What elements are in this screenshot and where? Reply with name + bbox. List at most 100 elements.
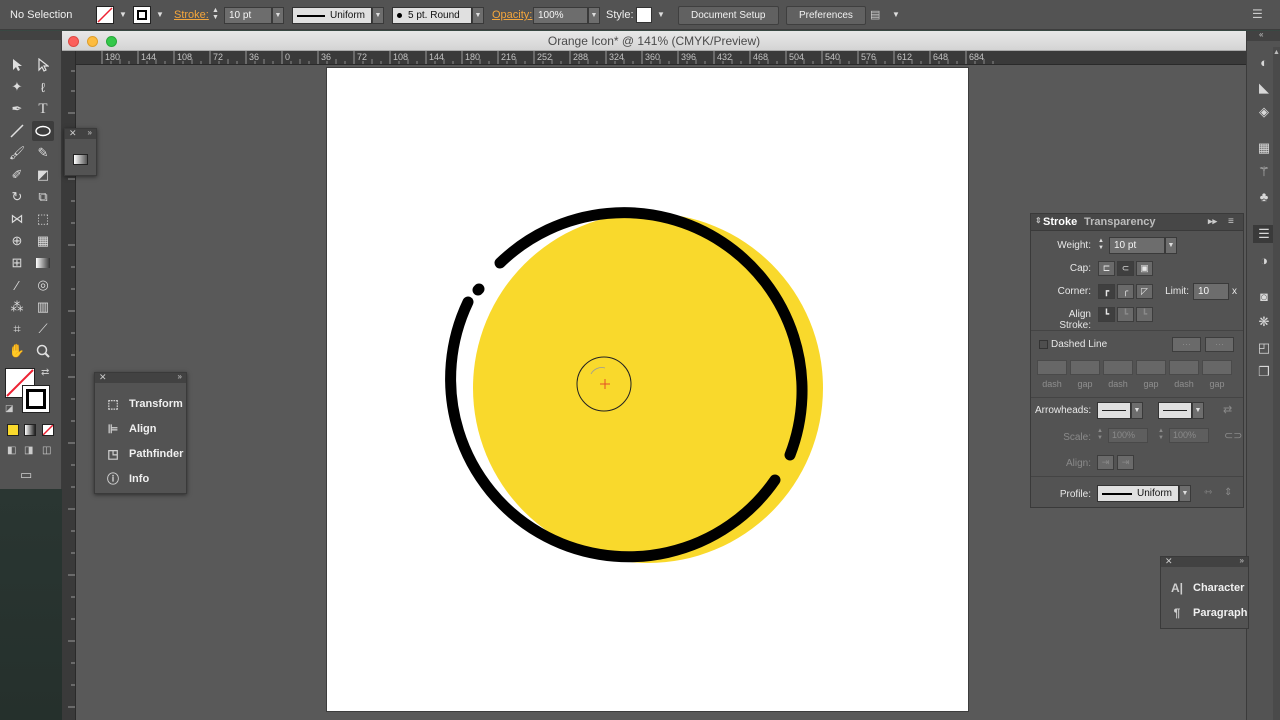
hand-tool-icon[interactable]: ✋	[6, 341, 28, 361]
paintbrush-tool-icon[interactable]: 🖌	[6, 143, 28, 163]
horizontal-ruler[interactable]: 180 144 108 72 36 0 36 72 108 144 180 216 252 288 324 3…	[76, 51, 1246, 65]
profile-select-dropdown[interactable]: ▼	[1179, 485, 1191, 502]
type-tool-icon[interactable]: T	[32, 99, 54, 119]
ellipse-tool-icon[interactable]	[32, 121, 54, 141]
eraser-tool-icon[interactable]: ◩	[32, 165, 54, 185]
color-panel-icon[interactable]: ◐	[1255, 53, 1273, 71]
gradient-panel-icon[interactable]: ◙	[1255, 287, 1273, 305]
opacity-dropdown[interactable]: ▼	[588, 7, 600, 24]
column-graph-tool-icon[interactable]: ▥	[32, 297, 54, 317]
tab-transparency[interactable]: Transparency	[1084, 216, 1156, 228]
flip-along-icon[interactable]: ⇿	[1204, 487, 1212, 498]
color-guide-icon[interactable]: ◣	[1255, 79, 1273, 97]
paragraph-panel-button[interactable]: ¶ Paragraph	[1161, 600, 1248, 625]
dash-field-3[interactable]	[1169, 360, 1199, 375]
link-scale-icon[interactable]: ⊂⊃	[1224, 429, 1242, 442]
arrange-dropdown-icon[interactable]: ▼	[892, 10, 900, 19]
graphic-styles-icon[interactable]: ❋	[1255, 313, 1273, 331]
align-inside-button[interactable]: ┗	[1117, 307, 1134, 322]
panel-expand-icon[interactable]: ⇕	[1035, 216, 1042, 225]
butt-cap-button[interactable]: ⊏	[1098, 261, 1115, 276]
panel-menu-icon[interactable]: ☰	[1252, 7, 1266, 21]
projecting-cap-button[interactable]: ▣	[1136, 261, 1153, 276]
variable-width-profile[interactable]: Uniform	[292, 7, 372, 24]
eyedropper-tool-icon[interactable]: ⁄	[6, 275, 28, 295]
arrow-tip-beyond-button[interactable]: ⇥	[1097, 455, 1114, 470]
tools-panel-header[interactable]	[0, 31, 62, 40]
perspective-grid-tool-icon[interactable]: ▦	[32, 231, 54, 251]
end-arrowhead-select[interactable]	[1158, 402, 1192, 419]
stroke-dropdown-icon[interactable]: ▼	[156, 10, 164, 19]
collapse-icon[interactable]: »	[1240, 556, 1244, 565]
graphic-style-dropdown-icon[interactable]: ▼	[657, 10, 665, 19]
char-panel-header[interactable]: ✕ »	[1161, 556, 1248, 567]
stroke-swatch[interactable]	[133, 6, 151, 24]
zoom-window-button[interactable]	[106, 36, 117, 47]
collapse-icon[interactable]: »	[88, 128, 92, 137]
scroll-up-icon[interactable]: ▲	[1273, 49, 1280, 56]
opacity-label[interactable]: Opacity:	[492, 9, 532, 21]
line-tool-icon[interactable]	[6, 121, 28, 141]
brush-definition[interactable]: 5 pt. Round	[392, 7, 472, 24]
start-arrowhead-select[interactable]	[1097, 402, 1131, 419]
shape-builder-tool-icon[interactable]: ⊕	[6, 231, 28, 251]
dash-field-2[interactable]	[1103, 360, 1133, 375]
swap-fill-stroke-icon[interactable]: ⇄	[41, 367, 49, 378]
ring-stroke-dot[interactable]	[472, 283, 485, 296]
pathfinder-panel-button[interactable]: ◳ Pathfinder	[95, 441, 186, 466]
artboard[interactable]	[327, 68, 968, 711]
collapse-icon[interactable]: »	[178, 372, 182, 381]
draw-inside-icon[interactable]: ◫	[42, 445, 51, 456]
arrow-tip-at-end-button[interactable]: ⇥	[1117, 455, 1134, 470]
stroke-label[interactable]: Stroke:	[174, 9, 209, 21]
close-icon[interactable]: ✕	[69, 128, 77, 139]
close-icon[interactable]: ✕	[1165, 556, 1173, 567]
scale-stepper-1[interactable]: ▲ ▼	[1097, 428, 1107, 443]
width-tool-icon[interactable]: ⋈	[6, 209, 28, 229]
gap-field-1[interactable]	[1070, 360, 1100, 375]
brushes-panel-icon[interactable]: ⚚	[1255, 163, 1273, 181]
profile-select[interactable]: Uniform	[1097, 485, 1179, 502]
align-dash-button[interactable]: ⋯	[1205, 337, 1234, 352]
transform-panel-button[interactable]: ⬚ Transform	[95, 391, 186, 416]
opacity-field[interactable]: 100%	[533, 7, 588, 24]
stroke-color-swatch[interactable]	[22, 385, 50, 413]
document-setup-button[interactable]: Document Setup	[678, 6, 779, 25]
start-arrowhead-dropdown[interactable]: ▼	[1131, 402, 1143, 419]
bevel-join-button[interactable]: ◸	[1136, 284, 1153, 299]
fill-swatch[interactable]	[96, 6, 114, 24]
vertical-scrollbar[interactable]: ▲	[1273, 47, 1280, 720]
swatches-panel-icon[interactable]: ▦	[1255, 139, 1273, 157]
screen-mode-icon[interactable]: ▭	[20, 467, 32, 483]
align-panel-button[interactable]: ⊫ Align	[95, 416, 186, 441]
gradient-mode-icon[interactable]	[24, 424, 36, 436]
slice-tool-icon[interactable]: ⟋	[32, 319, 54, 339]
scale-tool-icon[interactable]: ⧉	[32, 187, 54, 207]
fill-dropdown-icon[interactable]: ▼	[119, 10, 127, 19]
round-cap-button[interactable]: ⊂	[1117, 261, 1134, 276]
limit-field[interactable]: 10	[1193, 283, 1229, 300]
panel-menu-icon[interactable]: ≡	[1228, 216, 1234, 227]
gap-field-2[interactable]	[1136, 360, 1166, 375]
info-panel-button[interactable]: ⓘ Info	[95, 466, 186, 491]
artboards-panel-icon[interactable]: ◰	[1255, 339, 1273, 357]
collapse-icon[interactable]: ▸▸	[1208, 216, 1217, 227]
brush-dropdown[interactable]: ▼	[472, 7, 484, 24]
orange-fill-circle[interactable]	[473, 213, 823, 563]
scale-field-2[interactable]: 100%	[1169, 428, 1209, 443]
scale-stepper-2[interactable]: ▲ ▼	[1158, 428, 1168, 443]
weight-field[interactable]: 10 pt	[1109, 237, 1165, 254]
gradient-mini-panel-header[interactable]: ✕ »	[65, 128, 96, 139]
draw-normal-icon[interactable]: ◧	[7, 445, 16, 456]
weight-dropdown[interactable]: ▼	[1165, 237, 1177, 254]
direct-selection-tool-icon[interactable]	[32, 55, 54, 75]
blob-brush-tool-icon[interactable]: ✐	[6, 165, 28, 185]
graphic-style-swatch[interactable]	[636, 7, 652, 23]
gradient-panel-icon[interactable]	[73, 154, 88, 165]
align-outside-button[interactable]: ┗	[1136, 307, 1153, 322]
stroke-panel-icon[interactable]: ☰	[1253, 225, 1275, 243]
tab-stroke[interactable]: Stroke	[1043, 216, 1077, 228]
artboard-tool-icon[interactable]: ⌗	[6, 319, 28, 339]
mesh-tool-icon[interactable]: ⊞	[6, 253, 28, 273]
selection-tool-icon[interactable]	[6, 55, 28, 75]
